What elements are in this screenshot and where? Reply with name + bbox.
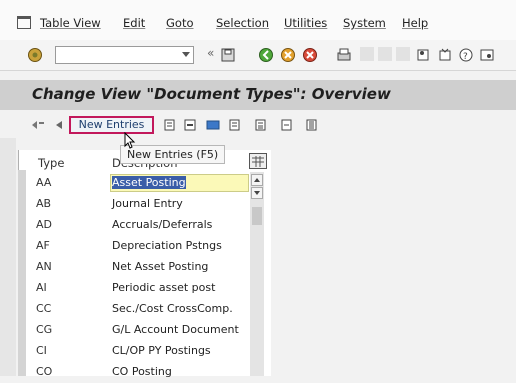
menu-table-view[interactable]: Table View xyxy=(40,16,101,30)
cell-type[interactable]: CC xyxy=(36,302,51,315)
scroll-thumb[interactable] xyxy=(252,207,262,225)
cell-description[interactable]: Asset Posting xyxy=(112,176,186,189)
menu-bar: Table View Edit Goto Selection Utilities… xyxy=(0,0,516,40)
menu-system[interactable]: System xyxy=(343,16,386,30)
select-block-icon[interactable] xyxy=(254,118,268,132)
collapse-icon[interactable]: « xyxy=(207,46,214,62)
copy-as-icon[interactable] xyxy=(163,118,177,132)
vertical-scrollbar[interactable] xyxy=(250,172,264,376)
cell-description[interactable]: CL/OP PY Postings xyxy=(112,344,211,357)
cell-type[interactable]: CO xyxy=(36,365,52,378)
find-next-icon xyxy=(378,47,392,61)
scroll-down-button[interactable] xyxy=(251,187,263,199)
help-icon[interactable]: ? xyxy=(458,47,474,63)
cell-type[interactable]: AB xyxy=(36,197,51,210)
cell-type[interactable]: AD xyxy=(36,218,52,231)
cell-description[interactable]: Depreciation Pstngs xyxy=(112,239,222,252)
delete-icon[interactable] xyxy=(183,118,197,132)
table-row[interactable]: CO CO Posting xyxy=(26,362,248,383)
command-field[interactable] xyxy=(55,46,194,64)
cell-type[interactable]: AN xyxy=(36,260,52,273)
cell-type[interactable]: CI xyxy=(36,344,47,357)
cell-description[interactable]: Periodic asset post xyxy=(112,281,215,294)
menu-selection[interactable]: Selection xyxy=(216,16,269,30)
application-toolbar: New Entries xyxy=(0,112,516,138)
table-row[interactable]: CI CL/OP PY Postings xyxy=(26,341,248,362)
cell-description[interactable]: Sec./Cost CrossComp. xyxy=(112,302,233,315)
cell-description[interactable]: Journal Entry xyxy=(112,197,183,210)
customize-layout-icon[interactable] xyxy=(479,47,495,63)
cell-type[interactable]: AI xyxy=(36,281,47,294)
print-field-list-icon[interactable] xyxy=(305,118,319,132)
column-header-type[interactable]: Type xyxy=(38,156,64,170)
new-entries-button[interactable]: New Entries xyxy=(69,116,154,134)
save-icon[interactable] xyxy=(220,47,236,63)
display-change-icon[interactable] xyxy=(30,118,48,132)
table-row[interactable]: AB Journal Entry xyxy=(26,194,248,215)
table-row[interactable]: CG G/L Account Document xyxy=(26,320,248,341)
table-row[interactable]: CC Sec./Cost CrossComp. xyxy=(26,299,248,320)
cell-description[interactable]: G/L Account Document xyxy=(112,323,239,336)
cell-description[interactable]: Net Asset Posting xyxy=(112,260,208,273)
cell-type[interactable]: AA xyxy=(36,176,51,189)
cancel-icon[interactable] xyxy=(302,47,318,63)
print-icon[interactable] xyxy=(336,47,352,63)
table-row[interactable]: AI Periodic asset post xyxy=(26,278,248,299)
mouse-cursor-icon xyxy=(124,132,136,149)
svg-text:?: ? xyxy=(463,52,468,62)
table-row[interactable]: AF Depreciation Pstngs xyxy=(26,236,248,257)
select-all-icon[interactable] xyxy=(228,118,242,132)
menu-goto[interactable]: Goto xyxy=(166,16,194,30)
exit-icon[interactable] xyxy=(280,47,296,63)
first-page-icon xyxy=(396,47,410,61)
enter-icon[interactable] xyxy=(27,47,43,63)
row-selector-column[interactable] xyxy=(18,170,26,376)
toggle-icon[interactable] xyxy=(52,118,66,132)
cell-type[interactable]: AF xyxy=(36,239,50,252)
back-icon[interactable] xyxy=(258,47,274,63)
cell-type[interactable]: CG xyxy=(36,323,52,336)
table-row[interactable]: AD Accruals/Deferrals xyxy=(26,215,248,236)
table-row[interactable]: AN Net Asset Posting xyxy=(26,257,248,278)
left-margin xyxy=(0,138,16,376)
page-title: Change View "Document Types": Overview xyxy=(32,85,391,103)
menu-utilities[interactable]: Utilities xyxy=(284,16,327,30)
deselect-all-icon[interactable] xyxy=(280,118,294,132)
shortcut-icon[interactable] xyxy=(437,47,453,63)
menu-icon[interactable] xyxy=(17,16,31,29)
chevron-down-icon[interactable] xyxy=(182,52,190,57)
menu-edit[interactable]: Edit xyxy=(123,16,145,30)
create-session-icon[interactable] xyxy=(416,47,432,63)
cell-description[interactable]: Accruals/Deferrals xyxy=(112,218,212,231)
menu-help[interactable]: Help xyxy=(402,16,428,30)
table-row[interactable]: AA Asset Posting xyxy=(26,173,249,194)
find-icon xyxy=(360,47,374,61)
standard-toolbar: « ? xyxy=(0,40,516,71)
scroll-up-button[interactable] xyxy=(251,174,263,186)
table-settings-icon[interactable] xyxy=(249,153,267,169)
title-bar: Change View "Document Types": Overview xyxy=(0,80,516,110)
cell-description[interactable]: CO Posting xyxy=(112,365,172,378)
undo-change-icon[interactable] xyxy=(206,118,220,132)
